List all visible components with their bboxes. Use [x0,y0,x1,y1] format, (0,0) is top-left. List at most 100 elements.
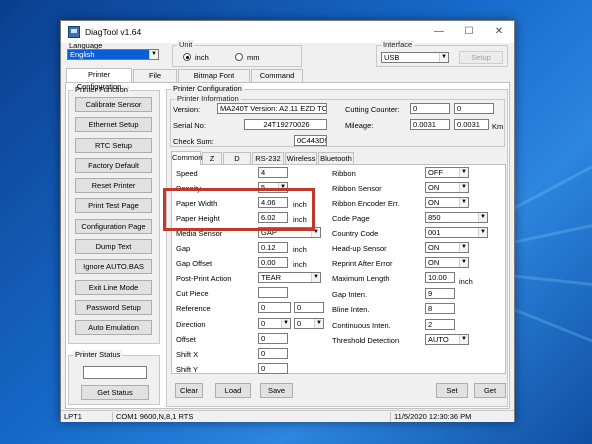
ignore-auto-bas-button[interactable]: Ignore AUTO.BAS [75,259,152,274]
get-status-button[interactable]: Get Status [81,385,149,400]
cut-piece-label: Cut Piece [176,289,209,298]
shift-y-label: Shift Y [176,365,198,374]
app-icon [68,26,80,38]
speed-field[interactable]: 4 [258,167,288,178]
chevron-down-icon: ▼ [311,273,320,282]
checksum-field: 0C443D95 [294,135,327,146]
unit-mm-label: mm [247,53,260,62]
code-page-select[interactable]: 850 ▼ [425,212,488,223]
tab-bitmap-font-manager[interactable]: Bitmap Font Manager [178,69,250,92]
tab-command-tool[interactable]: Command Tool [251,69,303,92]
reference-y-field[interactable]: 0 [294,302,324,313]
country-code-select[interactable]: 001 ▼ [425,227,488,238]
calibrate-sensor-button[interactable]: Calibrate Sensor [75,97,152,112]
title-bar[interactable]: DiagTool v1.64 — ☐ ✕ [61,21,514,43]
head-up-sensor-select[interactable]: ON ▼ [425,242,469,253]
reference-x-field[interactable]: 0 [258,302,291,313]
ribbon-sensor-label: Ribbon Sensor [332,184,382,193]
gap-offset-field[interactable]: 0.00 [258,257,288,268]
chevron-down-icon: ▼ [149,50,158,59]
gap-label: Gap [176,244,191,253]
mileage-label: Mileage: [345,121,374,130]
dump-text-button[interactable]: Dump Text [75,239,152,254]
tab-common[interactable]: Common [171,151,202,165]
post-print-action-value: TEAR [261,273,282,282]
close-button[interactable]: ✕ [484,21,514,43]
ribbon-encoder-select[interactable]: ON ▼ [425,197,469,208]
language-value: English [70,50,95,59]
printer-configuration-label: Printer Configuration [171,84,244,93]
status-port: LPT1 [64,412,82,421]
maximize-button[interactable]: ☐ [454,21,484,43]
highlight-box [163,188,315,231]
gap-inten-field[interactable]: 9 [425,288,455,299]
direction-value-2: 0 [297,319,302,328]
maximum-length-label: Maximum Length [332,274,390,283]
gap-inten-label: Gap Inten. [332,290,368,299]
maximum-length-field[interactable]: 10.00 [425,272,455,283]
ribbon-select[interactable]: OFF ▼ [425,167,469,178]
threshold-detection-select[interactable]: AUTO ▼ [425,334,469,345]
minimize-button[interactable]: — [424,21,454,43]
configuration-page-button[interactable]: Configuration Page [75,219,152,234]
tab-file-manager[interactable]: File Manager [133,69,177,92]
unit-mm-radio[interactable] [235,53,243,61]
set-button[interactable]: Set [436,383,468,398]
threshold-detection-label: Threshold Detection [332,336,400,345]
direction-select-1[interactable]: 0 ▼ [258,318,291,329]
checksum-label: Check Sum: [173,137,214,146]
reprint-after-error-value: ON [428,258,440,267]
mileage-unit: Km [492,122,504,131]
head-up-sensor-label: Head-up Sensor [332,244,387,253]
gap-offset-label: Gap Offset [176,259,213,268]
gap-field[interactable]: 0.12 [258,242,288,253]
chevron-down-icon: ▼ [478,213,487,222]
interface-value: USB [384,53,400,62]
tab-printer-configuration[interactable]: Printer Configuration [66,68,132,91]
gap-offset-unit: inch [293,260,307,269]
setup-button[interactable]: Setup [459,51,503,64]
exit-line-mode-button[interactable]: Exit Line Mode [75,280,152,295]
password-setup-button[interactable]: Password Setup [75,300,152,315]
post-print-action-select[interactable]: TEAR ▼ [258,272,321,283]
unit-inch-label: inch [195,53,209,62]
offset-field[interactable]: 0 [258,333,288,344]
maximum-length-unit: inch [459,277,473,286]
interface-select[interactable]: USB ▼ [381,52,449,63]
load-button[interactable]: Load [215,383,251,398]
save-button[interactable]: Save [260,383,293,398]
reset-printer-button[interactable]: Reset Printer [75,178,152,193]
chevron-down-icon: ▼ [314,319,323,328]
ethernet-setup-button[interactable]: Ethernet Setup [75,117,152,132]
print-test-page-button[interactable]: Print Test Page [75,198,152,213]
printer-status-group: Printer Status Get Status [68,350,160,405]
factory-default-button[interactable]: Factory Default [75,158,152,173]
mileage-field-1: 0.0031 [410,119,450,130]
version-field: MA240T Version: A2.11 EZD TCF [217,103,327,114]
shift-y-field[interactable]: 0 [258,363,288,374]
chevron-down-icon: ▼ [281,319,290,328]
reprint-after-error-select[interactable]: ON ▼ [425,257,469,268]
status-datetime: 11/5/2020 12:30:36 PM [390,412,471,422]
printer-status-label: Printer Status [73,350,123,359]
continuous-inten-field[interactable]: 2 [425,319,455,330]
cutting-counter-field-1: 0 [410,103,450,114]
chevron-down-icon: ▼ [459,335,468,344]
clear-button[interactable]: Clear [175,383,203,398]
auto-emulation-button[interactable]: Auto Emulation [75,320,152,335]
ribbon-encoder-label: Ribbon Encoder Err. [332,199,400,208]
rtc-setup-button[interactable]: RTC Setup [75,138,152,153]
country-code-label: Country Code [332,229,379,238]
get-button[interactable]: Get [474,383,506,398]
ribbon-value: OFF [428,168,443,177]
language-select[interactable]: English ▼ [67,49,159,60]
window-title: DiagTool v1.64 [85,27,142,37]
ribbon-sensor-select[interactable]: ON ▼ [425,182,469,193]
bline-inten-field[interactable]: 8 [425,303,455,314]
cut-piece-field[interactable] [258,287,288,298]
direction-select-2[interactable]: 0 ▼ [294,318,324,329]
serial-field: 24T19270026 [244,119,327,130]
reference-label: Reference [176,304,211,313]
shift-x-field[interactable]: 0 [258,348,288,359]
unit-inch-radio[interactable] [183,53,191,61]
